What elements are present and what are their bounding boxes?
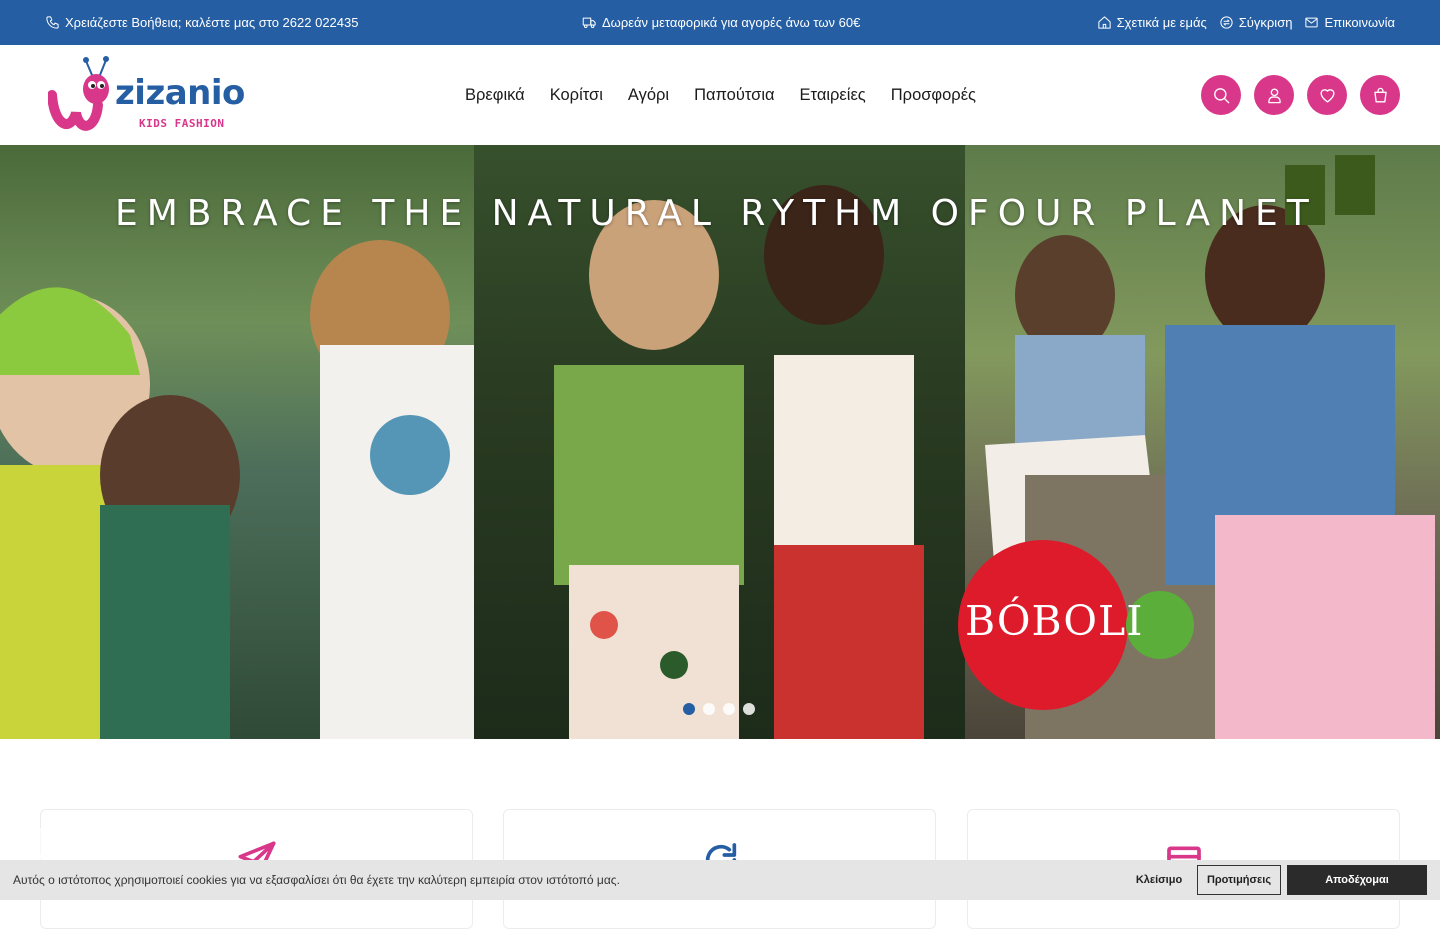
logo-subtitle: KIDS FASHION (139, 117, 225, 130)
help-line[interactable]: Χρειάζεστε Βοήθεια; καλέστε μας στο 2622… (45, 0, 358, 45)
hero-photo-center (474, 145, 965, 739)
slider-dot-4[interactable] (743, 703, 755, 715)
contact-label: Επικοινωνία (1324, 15, 1395, 30)
slider-dot-2[interactable] (703, 703, 715, 715)
cart-button[interactable] (1360, 75, 1400, 115)
search-icon (1213, 87, 1229, 103)
truck-icon (582, 17, 596, 28)
site-header: zizanio KIDS FASHION Βρεφικά Κορίτσι Αγό… (0, 45, 1440, 145)
mail-icon (1305, 17, 1319, 28)
shipping-notice: Δωρεάν μεταφορικά για αγορές άνω των 60€ (582, 0, 860, 45)
compare-icon (1220, 16, 1233, 29)
logo-wordmark: zizanio (115, 73, 245, 113)
nav-boy[interactable]: Αγόρι (628, 86, 669, 105)
hero-photo-left (0, 145, 474, 739)
shipping-text: Δωρεάν μεταφορικά για αγορές άνω των 60€ (602, 15, 861, 30)
help-text: Χρειάζεστε Βοήθεια; καλέστε μας στο 2622… (65, 15, 359, 30)
home-icon (1098, 16, 1111, 29)
nav-shoes[interactable]: Παπούτσια (694, 86, 774, 105)
contact-link[interactable]: Επικοινωνία (1304, 15, 1395, 30)
slider-dot-1[interactable] (683, 703, 695, 715)
nav-offers[interactable]: Προσφορές (891, 86, 976, 105)
main-nav: Βρεφικά Κορίτσι Αγόρι Παπούτσια Εταιρείε… (465, 45, 976, 145)
compare-link[interactable]: Σύγκριση (1219, 15, 1293, 30)
hero-headline: EMBRACE THE NATURAL RYTHM OFOUR PLANET (115, 193, 1318, 234)
cookie-text: Αυτός ο ιστότοπος χρησιμοποιεί cookies γ… (13, 873, 620, 887)
cookie-preferences-button[interactable]: Προτιμήσεις (1197, 865, 1281, 895)
cookie-banner: Αυτός ο ιστότοπος χρησιμοποιεί cookies γ… (0, 860, 1440, 900)
phone-icon (46, 16, 59, 29)
header-actions (1201, 75, 1400, 115)
zizanio-logo[interactable]: zizanio KIDS FASHION (48, 55, 258, 135)
boboli-logo-text: BÓBOLI (965, 597, 1144, 645)
about-label: Σχετικά με εμάς (1116, 15, 1207, 30)
account-button[interactable] (1254, 75, 1294, 115)
nav-brands[interactable]: Εταιρείες (800, 86, 866, 105)
compare-label: Σύγκριση (1238, 15, 1293, 30)
worm-mascot-icon (48, 56, 109, 131)
about-link[interactable]: Σχετικά με εμάς (1097, 15, 1207, 30)
hero-slider[interactable]: EMBRACE THE NATURAL RYTHM OFOUR PLANET B… (0, 145, 1440, 739)
cookie-accept-button[interactable]: Αποδέχομαι (1287, 865, 1427, 895)
cart-icon (1373, 87, 1387, 103)
cookie-close-button[interactable]: Κλείσιμο (1126, 865, 1192, 895)
wishlist-button[interactable] (1307, 75, 1347, 115)
slider-dots (683, 703, 755, 715)
nav-babies[interactable]: Βρεφικά (465, 86, 525, 105)
slider-dot-3[interactable] (723, 703, 735, 715)
user-icon (1267, 87, 1281, 103)
search-button[interactable] (1201, 75, 1241, 115)
heart-icon (1319, 88, 1335, 103)
nav-girl[interactable]: Κορίτσι (550, 86, 603, 105)
top-bar: Χρειάζεστε Βοήθεια; καλέστε μας στο 2622… (0, 0, 1440, 45)
top-links: Σχετικά με εμάς Σύγκριση Επικοινωνία (1097, 0, 1395, 45)
